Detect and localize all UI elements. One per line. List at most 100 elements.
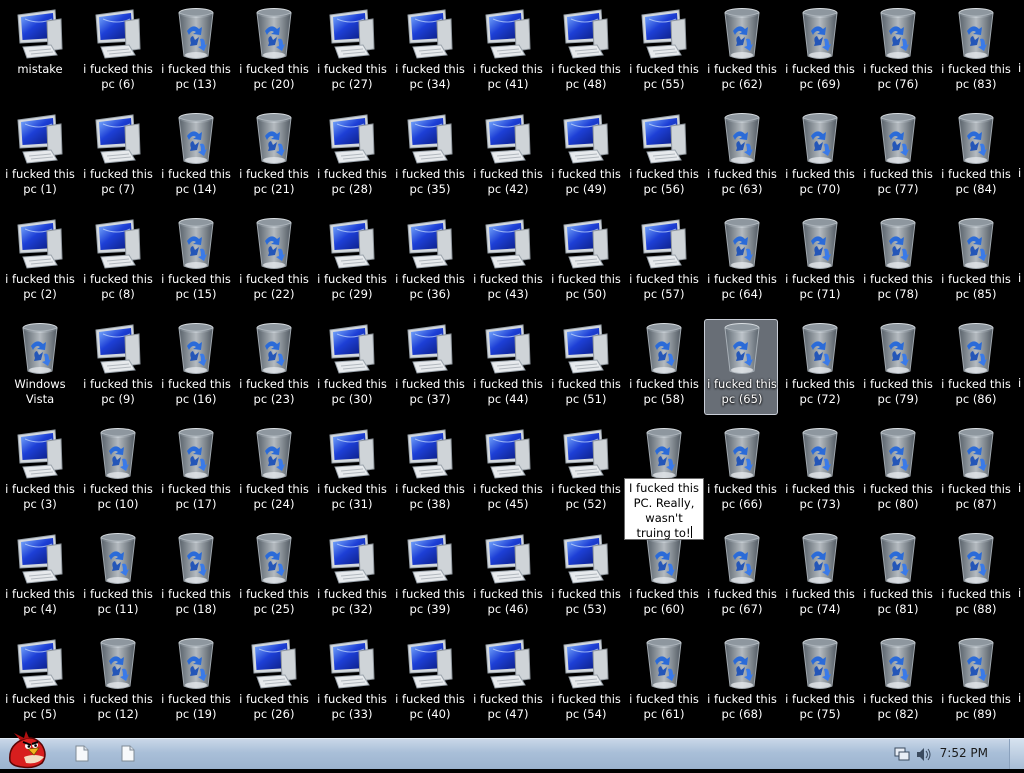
desktop-icon[interactable]: i fucked this pc (55) [626, 4, 700, 100]
desktop-icon[interactable]: i fucked this pc (63) [704, 109, 778, 205]
desktop-icon[interactable]: i fucked this pc (33) [314, 634, 388, 730]
rename-textbox[interactable]: I fucked this PC. Really, wasn't truing … [624, 478, 704, 540]
desktop-icon[interactable]: i fucked this pc (28) [314, 109, 388, 205]
desktop-icon[interactable]: i fucked this pc (74) [782, 529, 856, 625]
desktop-icon[interactable]: i fucked this pc (78) [860, 214, 934, 310]
desktop-icon[interactable]: i fucked this pc (15) [158, 214, 232, 310]
desktop-icon[interactable]: i fucked this pc (17) [158, 424, 232, 520]
desktop-icon[interactable]: i fucked this pc (72) [782, 319, 856, 415]
show-desktop-button[interactable] [1009, 739, 1024, 769]
desktop-icon[interactable]: i fucked this pc (73) [782, 424, 856, 520]
desktop-icon[interactable]: i fucked this pc (47) [470, 634, 544, 730]
desktop-icon[interactable]: i fucked this pc (66) [704, 424, 778, 520]
desktop-icon[interactable]: i fucked this pc (31) [314, 424, 388, 520]
desktop-icon[interactable]: i fucked this pc (64) [704, 214, 778, 310]
desktop-icon[interactable]: i fucked this pc (21) [236, 109, 310, 205]
desktop-icon[interactable]: i fucked this pc (7) [80, 109, 154, 205]
document-icon[interactable] [121, 745, 135, 762]
desktop-icon[interactable]: i fucked this pc (75) [782, 634, 856, 730]
desktop-icon[interactable]: i fucked this pc (19) [158, 634, 232, 730]
offscreen-icon-label[interactable]: i [1018, 586, 1021, 600]
desktop-icon[interactable]: i fucked this pc (57) [626, 214, 700, 310]
offscreen-icon-label[interactable]: i [1018, 61, 1021, 75]
desktop-icon[interactable]: i fucked this pc (35) [392, 109, 466, 205]
desktop-icon[interactable]: i fucked this pc (10) [80, 424, 154, 520]
desktop-icon[interactable]: i fucked this pc (81) [860, 529, 934, 625]
desktop-icon[interactable]: i fucked this pc (50) [548, 214, 622, 310]
desktop-icon[interactable]: i fucked this pc (76) [860, 4, 934, 100]
desktop-icon[interactable]: i fucked this pc (52) [548, 424, 622, 520]
desktop-icon[interactable]: mistake [2, 4, 76, 100]
desktop-icon[interactable]: i fucked this pc (8) [80, 214, 154, 310]
desktop-icon[interactable]: i fucked this pc (51) [548, 319, 622, 415]
desktop-icon[interactable]: i fucked this pc (58) [626, 319, 700, 415]
desktop-icon[interactable]: i fucked this pc (13) [158, 4, 232, 100]
desktop-icon[interactable]: i fucked this pc (5) [2, 634, 76, 730]
desktop-icon[interactable]: i fucked this pc (22) [236, 214, 310, 310]
desktop-icon[interactable]: i fucked this pc (36) [392, 214, 466, 310]
desktop-icon[interactable]: i fucked this pc (20) [236, 4, 310, 100]
desktop-icon[interactable]: i fucked this pc (80) [860, 424, 934, 520]
desktop-icon[interactable]: i fucked this pc (69) [782, 4, 856, 100]
desktop-icon[interactable]: i fucked this pc (2) [2, 214, 76, 310]
volume-icon[interactable] [916, 747, 932, 762]
desktop-icon[interactable]: i fucked this pc (30) [314, 319, 388, 415]
desktop-icon[interactable]: i fucked this pc (53) [548, 529, 622, 625]
desktop-icon[interactable]: i fucked this pc (45) [470, 424, 544, 520]
desktop-icon[interactable]: i fucked this pc (44) [470, 319, 544, 415]
desktop-icon[interactable]: i fucked this pc (60) [626, 529, 700, 625]
desktop-icon[interactable]: i fucked this pc (24) [236, 424, 310, 520]
desktop-icon[interactable]: i fucked this pc (16) [158, 319, 232, 415]
offscreen-icon-label[interactable]: i [1018, 691, 1021, 705]
desktop-icon[interactable]: i fucked this pc (29) [314, 214, 388, 310]
desktop-icon[interactable]: i fucked this pc (62) [704, 4, 778, 100]
desktop-icon[interactable]: i fucked this pc (6) [80, 4, 154, 100]
desktop-icon[interactable]: i fucked this pc (49) [548, 109, 622, 205]
desktop-icon[interactable]: i fucked this pc (40) [392, 634, 466, 730]
network-icon[interactable] [894, 747, 910, 762]
offscreen-icon-label[interactable]: i [1018, 376, 1021, 390]
desktop-icon[interactable]: i fucked this pc (9) [80, 319, 154, 415]
desktop-icon[interactable]: i fucked this pc (48) [548, 4, 622, 100]
desktop-icon[interactable]: i fucked this pc (70) [782, 109, 856, 205]
desktop-icon[interactable]: i fucked this pc (85) [938, 214, 1012, 310]
desktop-icon[interactable]: i fucked this pc (79) [860, 319, 934, 415]
desktop-icon[interactable]: i fucked this pc (34) [392, 4, 466, 100]
desktop-icon[interactable]: i fucked this pc (65) [704, 319, 778, 415]
desktop-icon[interactable]: i fucked this pc (18) [158, 529, 232, 625]
desktop-icon[interactable]: i fucked this pc (12) [80, 634, 154, 730]
desktop-icon[interactable]: i fucked this pc (26) [236, 634, 310, 730]
desktop-icon[interactable]: i fucked this pc (27) [314, 4, 388, 100]
desktop-icon[interactable]: i fucked this pc (83) [938, 4, 1012, 100]
desktop-icon[interactable]: i fucked this pc (77) [860, 109, 934, 205]
desktop-icon[interactable]: i fucked this pc (46) [470, 529, 544, 625]
desktop-icon[interactable]: i fucked this pc (3) [2, 424, 76, 520]
desktop-icon[interactable]: i fucked this pc (4) [2, 529, 76, 625]
desktop-icon[interactable]: i fucked this pc (84) [938, 109, 1012, 205]
desktop-icon[interactable]: i fucked this pc (54) [548, 634, 622, 730]
desktop-icon[interactable]: i fucked this pc (41) [470, 4, 544, 100]
offscreen-icon-label[interactable]: i [1018, 166, 1021, 180]
desktop-icon[interactable]: i fucked this pc (43) [470, 214, 544, 310]
desktop-icon[interactable]: i fucked this pc (14) [158, 109, 232, 205]
desktop-icon[interactable]: i fucked this pc (23) [236, 319, 310, 415]
desktop-icon[interactable]: i fucked this pc (42) [470, 109, 544, 205]
desktop-icon[interactable]: i fucked this pc (88) [938, 529, 1012, 625]
desktop-icon[interactable]: i fucked this pc (38) [392, 424, 466, 520]
clock[interactable]: 7:52 PM [940, 746, 988, 760]
offscreen-icon-label[interactable]: i [1018, 271, 1021, 285]
desktop-icon[interactable]: i fucked this pc (11) [80, 529, 154, 625]
desktop-icon[interactable]: Windows Vista [2, 319, 76, 415]
offscreen-icon-label[interactable]: i [1018, 481, 1021, 495]
desktop-icon[interactable]: i fucked this pc (25) [236, 529, 310, 625]
desktop-icon[interactable]: i fucked this pc (1) [2, 109, 76, 205]
start-button[interactable] [4, 731, 48, 769]
desktop-icon[interactable]: i fucked this pc (37) [392, 319, 466, 415]
desktop-icon[interactable]: i fucked this pc (89) [938, 634, 1012, 730]
desktop-icon[interactable]: i fucked this pc (86) [938, 319, 1012, 415]
document-icon[interactable] [75, 745, 89, 762]
desktop-icon[interactable]: i fucked this pc (32) [314, 529, 388, 625]
desktop-icon[interactable]: i fucked this pc (71) [782, 214, 856, 310]
desktop-icon[interactable]: i fucked this pc (87) [938, 424, 1012, 520]
desktop-icon[interactable]: i fucked this pc (61) [626, 634, 700, 730]
